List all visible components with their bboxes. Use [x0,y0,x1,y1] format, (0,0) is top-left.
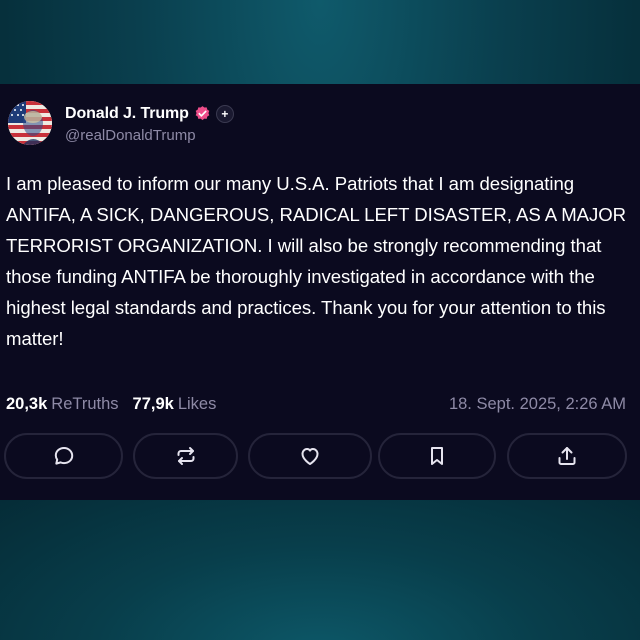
like-button[interactable] [248,433,372,479]
heart-icon [301,448,319,465]
share-upload-icon [558,447,576,465]
author-handle[interactable]: @realDonaldTrump [65,127,234,144]
plus-badge-icon: + [215,104,234,123]
post-header: Donald J. Trump + @realDonaldTrump [8,100,234,146]
post-body-text: I am pleased to inform our many U.S.A. P… [6,173,627,349]
author-info: Donald J. Trump + @realDonaldTrump [65,103,234,144]
post-stats: 20,3k ReTruths 77,9k Likes 18. Sept. 202… [6,392,626,416]
likes-label[interactable]: Likes [178,395,217,414]
author-display-name[interactable]: Donald J. Trump [65,105,189,123]
avatar-flag-portrait-icon [8,101,52,145]
post-timestamp: 18. Sept. 2025, 2:26 AM [448,394,626,413]
avatar[interactable] [8,101,52,145]
background-lower [0,500,640,640]
repost-arrows-icon [177,447,194,465]
share-button[interactable] [507,433,627,479]
verified-badge-icon [194,105,211,122]
likes-count[interactable]: 77,9k [133,395,174,414]
bookmark-button[interactable] [378,433,496,479]
retruths-label[interactable]: ReTruths [51,395,118,414]
speech-bubble-icon [54,447,73,465]
post-actions [4,433,636,481]
retruth-button[interactable] [133,433,238,479]
post-card: Donald J. Trump + @realDonaldTrump I am … [0,84,640,500]
retruths-count[interactable]: 20,3k [6,395,47,414]
reply-button[interactable] [4,433,123,479]
author-name-row: Donald J. Trump + [65,103,234,125]
bookmark-icon [431,447,443,465]
